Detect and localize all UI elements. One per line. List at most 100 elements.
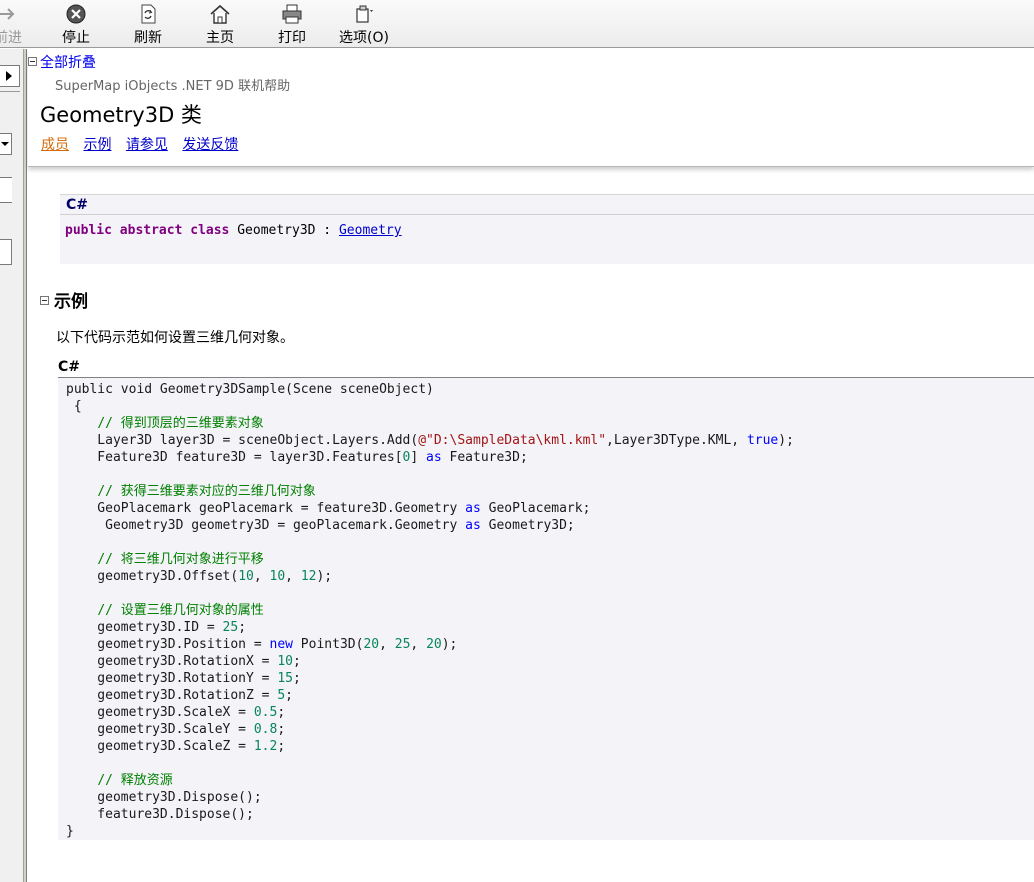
code-line: geometry3D.ScaleZ = 1.2; (66, 738, 794, 755)
see-also-link[interactable]: 请参见 (126, 137, 168, 153)
code-line: // 释放资源 (66, 772, 794, 789)
home-label: 主页 (206, 30, 234, 46)
pane-button[interactable] (0, 239, 12, 265)
code-line: Layer3D layer3D = sceneObject.Layers.Add… (66, 432, 794, 449)
example-section-heading[interactable]: 示例 (40, 287, 88, 312)
example-description: 以下代码示范如何设置三维几何对象。 (56, 330, 294, 346)
pane-search-field[interactable] (0, 177, 12, 203)
code-token: // 释放资源 (97, 773, 173, 788)
code-line: geometry3D.ScaleY = 0.8; (66, 721, 794, 738)
code-line: public void Geometry3DSample(Scene scene… (66, 381, 794, 398)
print-button[interactable]: 打印 (270, 3, 314, 46)
code-token: 12 (300, 569, 317, 584)
code-token: true (746, 433, 779, 448)
code-token: ,Layer3DType.KML, (606, 433, 747, 448)
send-feedback-link[interactable]: 发送反馈 (182, 137, 238, 153)
chevron-down-icon (1, 142, 9, 146)
code-line: // 将三维几何对象进行平移 (66, 551, 794, 568)
code-line: geometry3D.Position = new Point3D(20, 25… (66, 636, 794, 653)
code-token: 0.5 (253, 705, 278, 720)
class-name: Geometry3D : (229, 223, 339, 238)
code-token: Layer3D layer3D = sceneObject.Layers.Add… (66, 433, 419, 448)
code-token: // 得到顶层的三维要素对象 (97, 416, 264, 431)
code-token: geometry3D.RotationZ = (66, 688, 278, 703)
keyword-abstract: abstract (119, 223, 183, 238)
pane-splitter[interactable] (24, 49, 27, 882)
home-icon (210, 4, 230, 24)
forward-button[interactable]: 前进 (0, 3, 26, 46)
code-line: GeoPlacemark geoPlacemark = feature3D.Ge… (66, 500, 794, 517)
refresh-button[interactable]: 刷新 (126, 3, 170, 46)
collapse-icon (28, 56, 37, 66)
code-token: GeoPlacemark; (480, 501, 591, 516)
topic-links: 成员 示例 请参见 发送反馈 (41, 134, 248, 154)
code-token: ] (410, 450, 427, 465)
code-token: } (66, 824, 74, 839)
code-token: new (269, 637, 293, 652)
code-token: ); (441, 637, 458, 652)
forward-arrow-icon (0, 8, 15, 20)
forward-label: 前进 (0, 30, 22, 46)
topic-content: C# public abstract class Geometry3D : Ge… (28, 167, 1034, 882)
code-token: geometry3D.Position = (66, 637, 270, 652)
code-token: , (379, 637, 395, 652)
base-class-link[interactable]: Geometry (339, 223, 402, 238)
code-token: geometry3D.Offset( (66, 569, 239, 584)
code-token: ; (277, 739, 286, 754)
code-token: { (66, 399, 82, 414)
pane-tab-button[interactable] (0, 65, 20, 87)
code-token: geometry3D.ScaleZ = (66, 739, 254, 754)
code-token: feature3D.Dispose(); (66, 807, 254, 822)
pane-divider (0, 91, 20, 92)
code-token: geometry3D.ID = (66, 620, 223, 635)
code-token: 5 (277, 688, 286, 703)
code-token: Point3D( (292, 637, 364, 652)
code-token: ; (285, 688, 293, 703)
code-token: // 获得三维要素对应的三维几何对象 (97, 484, 316, 499)
code-token: Geometry3D geometry3D = geoPlacemark.Geo… (66, 518, 466, 533)
code-lines: public void Geometry3DSample(Scene scene… (66, 381, 794, 840)
code-token: 1.2 (253, 739, 278, 754)
home-button[interactable]: 主页 (198, 3, 242, 46)
code-token: ; (292, 671, 301, 686)
code-token: as (465, 501, 481, 516)
code-token: geometry3D.ScaleX = (66, 705, 254, 720)
example-link[interactable]: 示例 (83, 137, 111, 153)
code-token: 20 (426, 637, 442, 652)
pane-dropdown[interactable] (0, 133, 12, 155)
members-link[interactable]: 成员 (41, 137, 69, 153)
code-token: 0.8 (253, 722, 278, 737)
code-line: geometry3D.ScaleX = 0.5; (66, 704, 794, 721)
code-token: 25 (222, 620, 239, 635)
options-icon (356, 5, 373, 23)
code-line: // 获得三维要素对应的三维几何对象 (66, 483, 794, 500)
code-line: // 得到顶层的三维要素对象 (66, 415, 794, 432)
stop-button[interactable]: 停止 (54, 3, 98, 46)
product-name: SuperMap iObjects .NET 9D 联机帮助 (55, 79, 291, 94)
collapse-icon (40, 295, 49, 305)
code-token: geometry3D.RotationX = (66, 654, 278, 669)
code-line: geometry3D.Dispose(); (66, 789, 794, 806)
options-button[interactable]: 选项(O) (334, 3, 394, 46)
play-arrow-icon (6, 71, 12, 81)
code-token: ; (277, 705, 286, 720)
collapse-all-toggle[interactable]: 全部折叠 (28, 52, 96, 72)
code-line: Geometry3D geometry3D = geoPlacemark.Geo… (66, 517, 794, 534)
code-line: { (66, 398, 794, 415)
code-token: 10 (277, 654, 293, 669)
code-token: Feature3D feature3D = layer3D.Features[ (66, 450, 403, 465)
code-token: ; (238, 620, 247, 635)
syntax-separator (60, 214, 1034, 215)
code-token: GeoPlacemark geoPlacemark = feature3D.Ge… (66, 501, 466, 516)
code-token: Geometry3D; (480, 518, 575, 533)
collapse-all-link[interactable]: 全部折叠 (40, 55, 96, 71)
code-line: geometry3D.RotationZ = 5; (66, 687, 794, 704)
